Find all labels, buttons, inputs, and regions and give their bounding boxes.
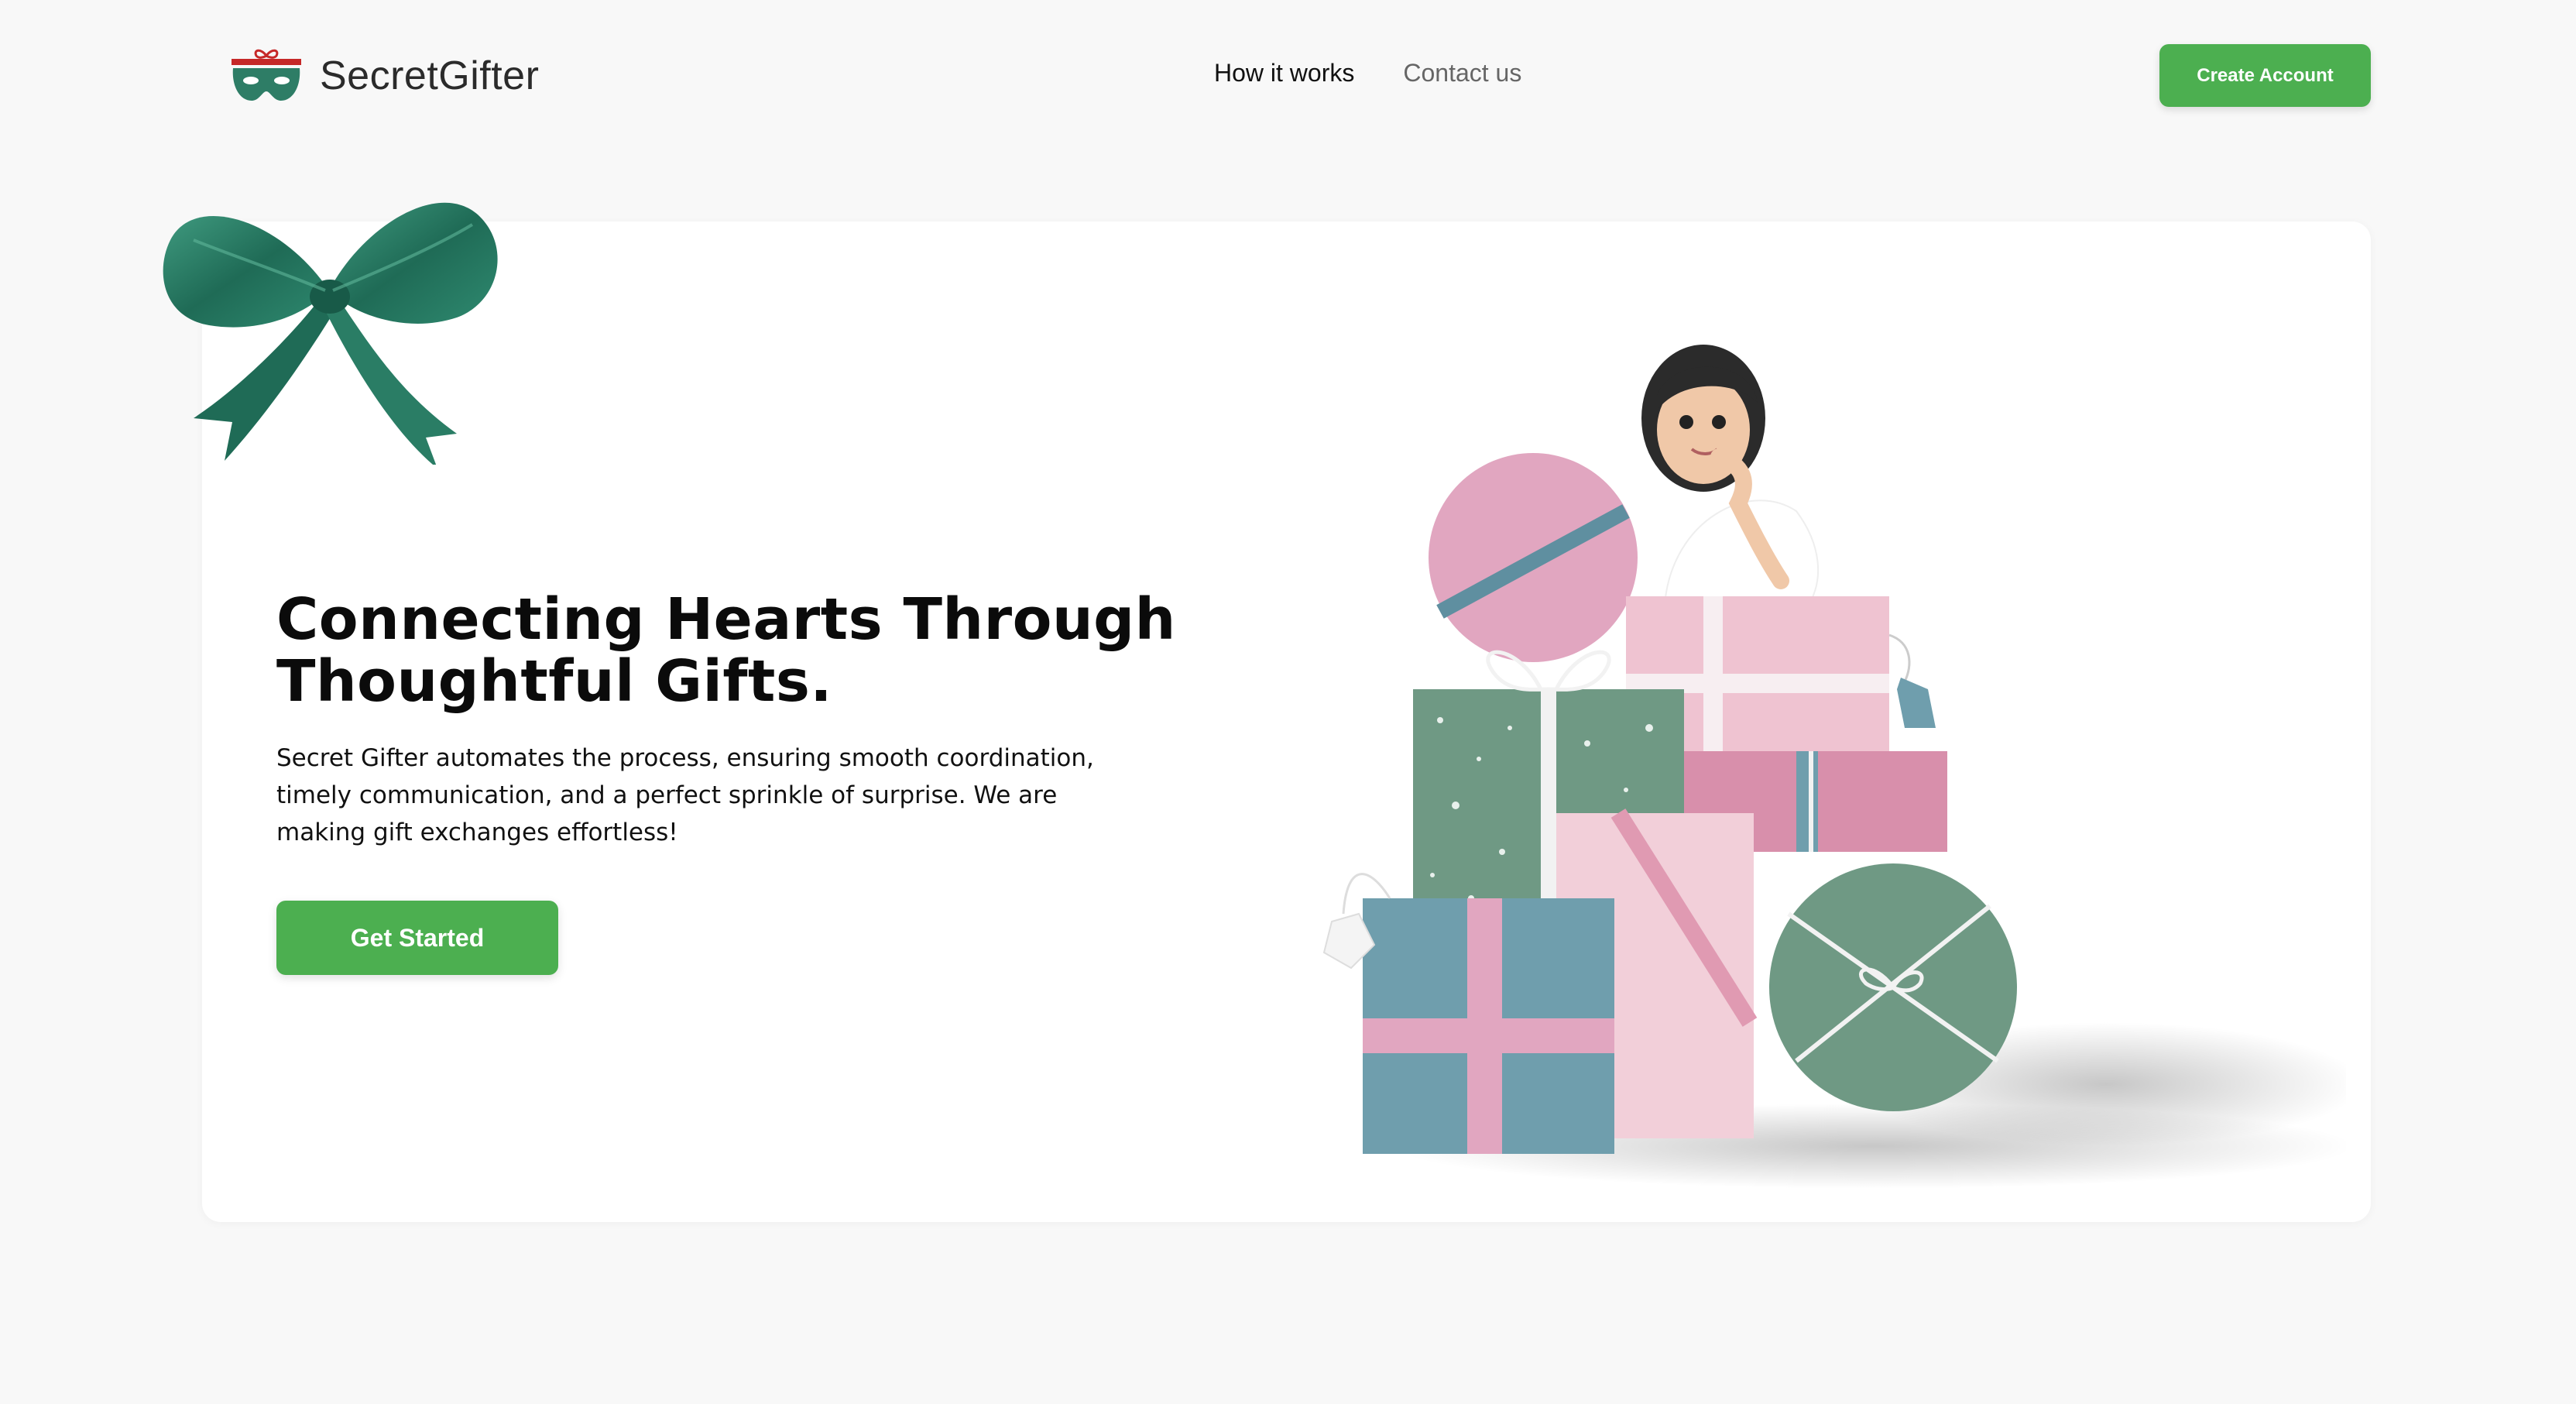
main-nav: How it works Contact us bbox=[1214, 59, 1521, 88]
woman-with-gift-boxes-illustration bbox=[1322, 345, 2346, 1189]
brand-name: SecretGifter bbox=[320, 53, 540, 98]
ribbon-bow-icon bbox=[163, 202, 498, 465]
pink-round-gift bbox=[1429, 453, 1638, 662]
get-started-button[interactable]: Get Started bbox=[276, 901, 558, 975]
green-round-gift bbox=[1769, 863, 2017, 1111]
gift-mask-icon bbox=[232, 49, 301, 101]
brand-logo[interactable]: SecretGifter bbox=[230, 46, 539, 105]
create-account-button[interactable]: Create Account bbox=[2159, 44, 2371, 107]
teal-gift bbox=[1322, 873, 1614, 1154]
nav-link-how-it-works[interactable]: How it works bbox=[1214, 59, 1354, 88]
nav-link-contact-us[interactable]: Contact us bbox=[1403, 59, 1521, 88]
hero-title: Connecting Hearts Through Thoughtful Gif… bbox=[276, 586, 1176, 715]
page: SecretGifter How it works Contact us Cre… bbox=[0, 0, 2576, 1404]
hero-description: Secret Gifter automates the process, ens… bbox=[276, 744, 1094, 846]
